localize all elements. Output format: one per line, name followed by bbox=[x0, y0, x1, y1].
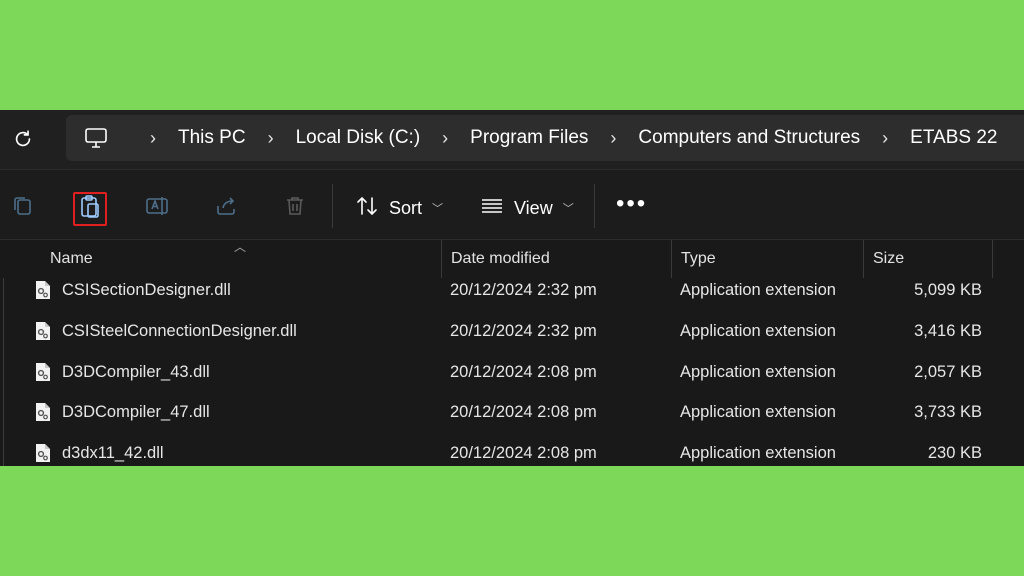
file-name-cell: D3DCompiler_47.dll bbox=[34, 392, 210, 432]
file-type: Application extension bbox=[680, 443, 836, 462]
view-list-icon bbox=[480, 196, 504, 221]
date-modified: 20/12/2024 2:32 pm bbox=[450, 280, 597, 299]
chevron-down-icon: ﹀ bbox=[562, 203, 574, 215]
view-button[interactable]: View ﹀ bbox=[480, 194, 574, 222]
date-modified: 20/12/2024 2:32 pm bbox=[450, 321, 597, 340]
file-name: CSISectionDesigner.dll bbox=[62, 280, 231, 299]
sort-button[interactable]: Sort ﹀ bbox=[355, 194, 443, 222]
sort-ascending-icon: ︿ bbox=[234, 240, 247, 254]
file-size: 3,733 KB bbox=[914, 402, 982, 421]
date-modified: 20/12/2024 2:08 pm bbox=[450, 443, 597, 462]
file-name: CSISteelConnectionDesigner.dll bbox=[62, 321, 297, 340]
address-bar[interactable]: › This PC › Local Disk (C:) › Program Fi… bbox=[66, 115, 1024, 161]
monitor-icon[interactable] bbox=[82, 124, 110, 152]
delete-icon[interactable] bbox=[281, 192, 309, 220]
date-modified: 20/12/2024 2:08 pm bbox=[450, 402, 597, 421]
paste-button[interactable] bbox=[73, 192, 107, 226]
file-name: D3DCompiler_43.dll bbox=[62, 362, 210, 381]
view-label: View bbox=[514, 197, 553, 218]
toolbar-divider bbox=[594, 184, 595, 228]
chevron-right-icon[interactable]: › bbox=[268, 128, 274, 149]
chevron-right-icon[interactable]: › bbox=[610, 128, 616, 149]
file-explorer-window: › This PC › Local Disk (C:) › Program Fi… bbox=[0, 110, 1024, 466]
table-row[interactable]: D3DCompiler_47.dll 20/12/2024 2:08 pm Ap… bbox=[0, 392, 1024, 432]
file-name-cell: d3dx11_42.dll bbox=[34, 433, 164, 466]
share-icon[interactable] bbox=[212, 192, 240, 220]
dll-file-icon bbox=[34, 280, 52, 300]
file-size: 2,057 KB bbox=[914, 362, 982, 381]
file-name: d3dx11_42.dll bbox=[62, 443, 164, 462]
breadcrumb-program-files[interactable]: Program Files bbox=[470, 127, 588, 149]
breadcrumb-etabs[interactable]: ETABS 22 bbox=[910, 127, 997, 149]
file-type: Application extension bbox=[680, 402, 836, 421]
rename-icon[interactable] bbox=[144, 192, 172, 220]
toolbar-divider bbox=[332, 184, 333, 228]
chevron-down-icon: ﹀ bbox=[432, 203, 444, 215]
dll-file-icon bbox=[34, 321, 52, 341]
file-name-cell: D3DCompiler_43.dll bbox=[34, 352, 210, 392]
table-row[interactable]: d3dx11_42.dll 20/12/2024 2:08 pm Applica… bbox=[0, 433, 1024, 466]
chevron-right-icon[interactable]: › bbox=[150, 128, 156, 149]
more-options-button[interactable]: ••• bbox=[616, 192, 647, 216]
table-row[interactable]: CSISectionDesigner.dll 20/12/2024 2:32 p… bbox=[0, 270, 1024, 310]
breadcrumb-local-disk[interactable]: Local Disk (C:) bbox=[296, 127, 421, 149]
file-type: Application extension bbox=[680, 362, 836, 381]
table-row[interactable]: D3DCompiler_43.dll 20/12/2024 2:08 pm Ap… bbox=[0, 352, 1024, 392]
dll-file-icon bbox=[34, 362, 52, 382]
file-name-cell: CSISectionDesigner.dll bbox=[34, 270, 231, 310]
refresh-icon[interactable] bbox=[8, 124, 38, 154]
file-size: 5,099 KB bbox=[914, 280, 982, 299]
date-modified: 20/12/2024 2:08 pm bbox=[450, 362, 597, 381]
address-bar-row: › This PC › Local Disk (C:) › Program Fi… bbox=[0, 110, 1024, 170]
file-size: 230 KB bbox=[927, 443, 982, 462]
copy-icon[interactable] bbox=[8, 192, 36, 220]
file-name: D3DCompiler_47.dll bbox=[62, 402, 210, 421]
chevron-right-icon[interactable]: › bbox=[442, 128, 448, 149]
chevron-right-icon[interactable]: › bbox=[882, 128, 888, 149]
sort-icon bbox=[355, 195, 379, 222]
breadcrumb-computers-and-structures[interactable]: Computers and Structures bbox=[638, 127, 860, 149]
dll-file-icon bbox=[34, 443, 52, 463]
paste-icon bbox=[78, 194, 102, 225]
file-name-cell: CSISteelConnectionDesigner.dll bbox=[34, 311, 297, 351]
file-type: Application extension bbox=[680, 321, 836, 340]
sort-label: Sort bbox=[389, 197, 423, 218]
dll-file-icon bbox=[34, 402, 52, 422]
table-row[interactable]: CSISteelConnectionDesigner.dll 20/12/202… bbox=[0, 311, 1024, 351]
file-type: Application extension bbox=[680, 280, 836, 299]
command-bar: Sort ﹀ View ﹀ ••• bbox=[0, 170, 1024, 240]
file-size: 3,416 KB bbox=[914, 321, 982, 340]
breadcrumb-this-pc[interactable]: This PC bbox=[178, 127, 246, 149]
